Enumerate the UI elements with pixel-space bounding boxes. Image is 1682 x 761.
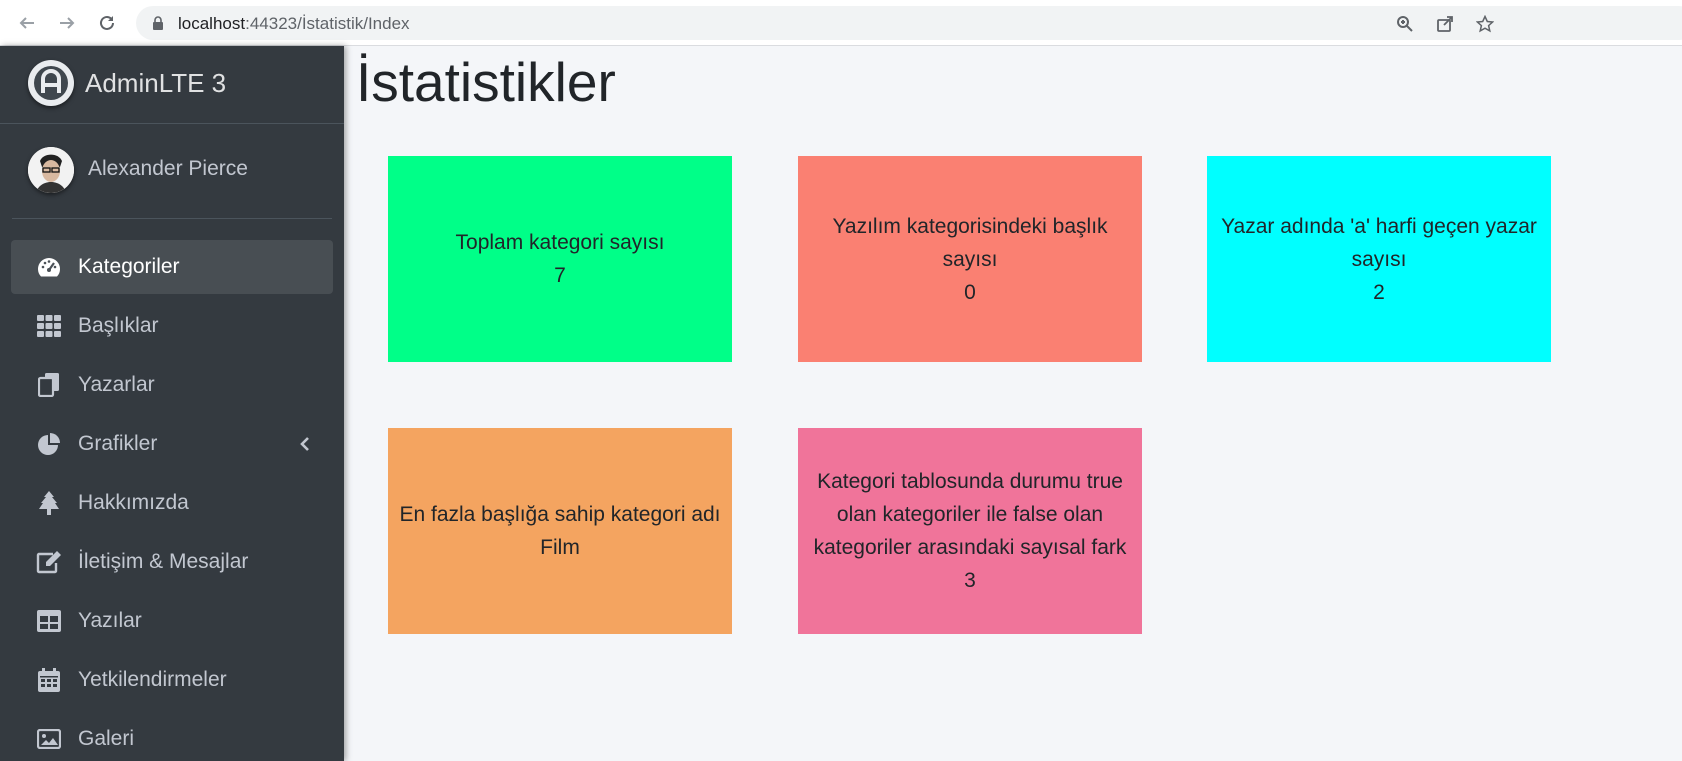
card-label: Kategori tablosunda durumu true: [817, 470, 1123, 493]
stat-card-top-category: En fazla başlığa sahip kategori adı Film: [388, 428, 732, 634]
zoom-icon[interactable]: [1394, 13, 1416, 35]
card-value: 2: [1373, 280, 1385, 304]
pie-chart-icon: [35, 430, 63, 458]
brand-link[interactable]: AdminLTE 3: [0, 46, 344, 124]
main-sidebar: AdminLTE 3 Alexander Pierce Kategoriler …: [0, 46, 344, 761]
card-value: 7: [554, 264, 566, 287]
card-value: 3: [964, 569, 976, 592]
copy-icon: [35, 371, 63, 399]
forward-button[interactable]: [54, 10, 80, 36]
page-title: İstatistikler: [356, 51, 616, 113]
stat-card-total-categories: Toplam kategori sayısı 7: [388, 156, 732, 362]
adminlte-logo-icon: [28, 60, 74, 106]
sidebar-item-galeri[interactable]: Galeri: [11, 712, 333, 761]
browser-toolbar: localhost:44323/İstatistik/Index: [0, 0, 1682, 46]
avatar: [28, 147, 74, 193]
sidebar-item-label: Başlıklar: [78, 314, 159, 337]
user-panel[interactable]: Alexander Pierce: [12, 124, 332, 219]
chevron-left-icon: [300, 437, 309, 451]
back-button[interactable]: [14, 10, 40, 36]
address-bar[interactable]: localhost:44323/İstatistik/Index: [136, 6, 1682, 40]
card-label: olan kategoriler ile false olan: [836, 503, 1104, 526]
user-name: Alexander Pierce: [88, 157, 248, 180]
card-label: kategoriler arasındaki sayısal fark: [813, 536, 1127, 559]
card-label: Yazılım kategorisindeki başlık sayısı: [832, 214, 1108, 271]
sidebar-item-label: Grafikler: [78, 432, 158, 455]
sidebar-item-label: İletişim & Mesajlar: [78, 550, 249, 573]
share-icon[interactable]: [1434, 13, 1456, 35]
url-text: localhost:44323/İstatistik/Index: [178, 14, 410, 33]
th-grid-icon: [35, 312, 63, 340]
sidebar-item-yetkilendirmeler[interactable]: Yetkilendirmeler: [11, 653, 333, 707]
stat-card-authors-with-a: Yazar adında 'a' harfi geçen yazar sayıs…: [1207, 156, 1551, 362]
image-icon: [35, 725, 63, 753]
card-value: 0: [964, 280, 976, 304]
card-value: Film: [540, 536, 580, 559]
stat-card-status-difference: Kategori tablosunda durumu true olan kat…: [798, 428, 1142, 634]
sidebar-item-label: Hakkımızda: [78, 491, 189, 514]
calendar-icon: [35, 666, 63, 694]
sidebar-item-label: Yazılar: [78, 609, 142, 632]
sidebar-item-hakkimizda[interactable]: Hakkımızda: [11, 476, 333, 530]
sidebar-item-iletisim[interactable]: İletişim & Mesajlar: [11, 535, 333, 589]
edit-icon: [35, 548, 63, 576]
sidebar-item-label: Kategoriler: [78, 255, 180, 278]
sidebar-item-yazarlar[interactable]: Yazarlar: [11, 358, 333, 412]
arrow-right-icon: [60, 17, 75, 29]
sidebar-menu: Kategoriler Başlıklar Yazarlar Grafikler: [11, 240, 333, 761]
lock-icon: [153, 16, 163, 30]
sidebar-item-kategoriler[interactable]: Kategoriler: [11, 240, 333, 294]
card-label: Toplam kategori sayısı: [455, 231, 665, 254]
bookmark-star-icon[interactable]: [1474, 13, 1496, 35]
stat-card-software-titles: Yazılım kategorisindeki başlık sayısı 0: [798, 156, 1142, 362]
tree-icon: [35, 489, 63, 517]
sidebar-item-label: Yetkilendirmeler: [78, 668, 227, 691]
sidebar-item-label: Yazarlar: [78, 373, 155, 396]
brand-text: AdminLTE 3: [85, 68, 227, 98]
table-icon: [35, 607, 63, 635]
sidebar-item-grafikler[interactable]: Grafikler: [11, 417, 333, 471]
sidebar-item-yazilar[interactable]: Yazılar: [11, 594, 333, 648]
tachometer-icon: [35, 253, 63, 281]
card-label: En fazla başlığa sahip kategori adı: [399, 503, 721, 526]
reload-button[interactable]: [94, 10, 120, 36]
card-label: sayısı: [1351, 247, 1407, 271]
reload-icon: [100, 15, 114, 30]
arrow-left-icon: [19, 17, 34, 29]
sidebar-item-basliklar[interactable]: Başlıklar: [11, 299, 333, 353]
card-label: Yazar adında 'a' harfi geçen yazar: [1221, 214, 1537, 238]
sidebar-item-label: Galeri: [78, 727, 135, 750]
